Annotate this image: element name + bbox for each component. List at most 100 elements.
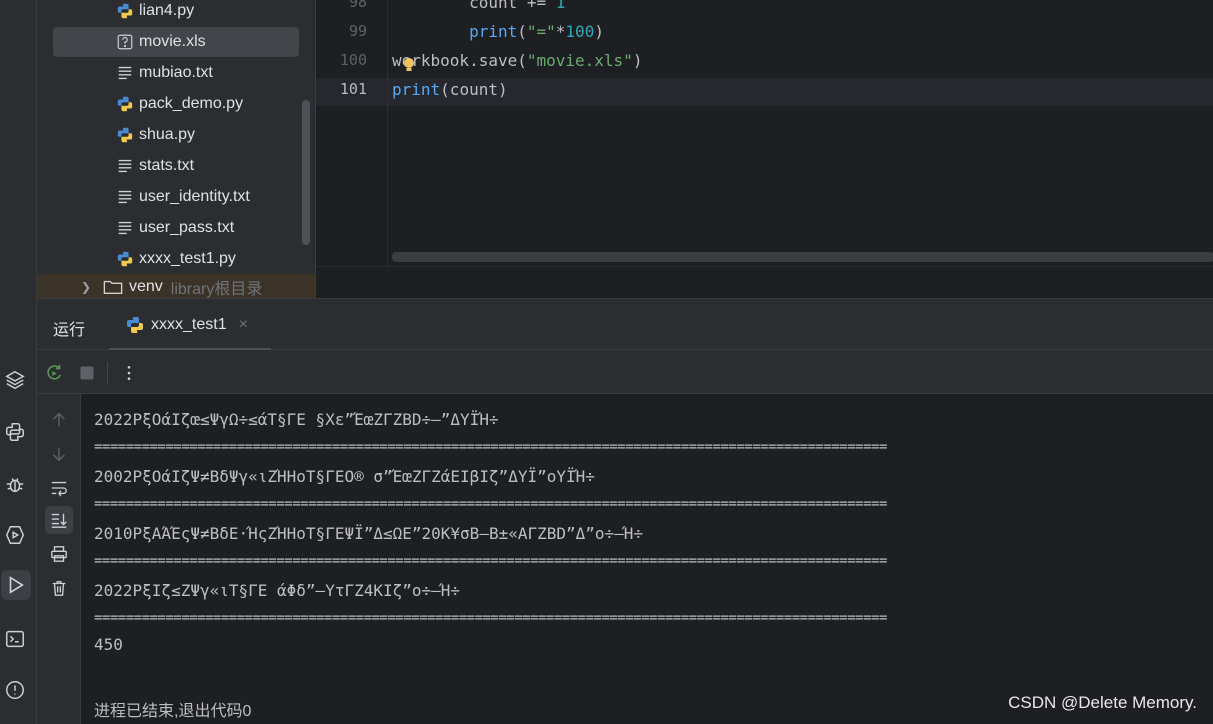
layers-icon[interactable] [0,365,30,395]
folder-icon [103,280,123,295]
code-line: print("="*100) [392,22,604,41]
tree-item-label: user_identity.txt [139,188,250,205]
python-file-icon [127,317,143,333]
tree-item-label: movie.xls [139,33,206,50]
terminal-icon[interactable] [0,624,30,654]
activity-bar [0,0,37,724]
console-line: 2010PξΑΆΈςΨ≠BδΕ·ΉςΖΉΗοΤ§ΓΕΨΪ”Δ≤ΩΕ”20Κ¥σΒ… [94,524,644,543]
soft-wrap-icon[interactable] [45,474,73,502]
unknown-file-icon [115,32,135,52]
services-icon[interactable] [0,520,30,550]
code-line: count += 1 [392,0,565,12]
run-toolbar [37,350,1213,394]
problems-icon[interactable] [0,675,30,705]
console-separator: ========================================… [94,394,1134,398]
line-gutter: 98 99 100 101 [316,0,388,298]
line-number: 101 [339,80,367,98]
code-token: print [392,80,441,99]
tree-item[interactable]: pack_demo.py [53,89,299,119]
print-icon[interactable] [45,540,73,568]
run-panel-title: 运行 [53,322,86,339]
code-token: ( [517,22,527,41]
console-separator: ========================================… [94,496,887,512]
exit-message: 进程已结束,退出代码0 [94,703,252,720]
console-result: 450 [94,635,123,654]
arrow-up-icon[interactable] [45,406,73,434]
console-separator: ========================================… [94,553,887,569]
run-tab-xxxx-test1[interactable]: xxxx_test1 × [109,299,271,351]
tree-item-venv[interactable]: ❯ venv library根目录 [37,274,315,298]
line-number: 98 [348,0,367,11]
line-number: 99 [348,22,367,40]
console-line: 2022PξOάIζœ≤ΨγΩ÷≤άT§ΓΕ §Χε”ΈœΖΓΖBD÷–”ΔΥΪ… [94,410,499,429]
venv-label: venv [129,278,163,295]
text-file-icon [115,187,135,207]
console-separator: ========================================… [94,439,887,455]
code-token: ) [632,51,643,70]
run-tab-label: xxxx_test1 [151,316,227,333]
tree-item[interactable]: mubiao.txt [53,58,299,88]
code-token: count += [469,0,556,12]
arrow-down-icon[interactable] [45,440,73,468]
tree-item[interactable]: lian4.py [53,0,299,26]
python-file-icon [115,125,135,145]
tree-item[interactable]: movie.xls [53,27,299,57]
tree-item-label: shua.py [139,126,196,143]
rerun-icon[interactable] [43,362,65,384]
tree-item-label: lian4.py [139,2,195,19]
text-file-icon [115,218,135,238]
lightbulb-icon[interactable] [402,57,416,73]
stop-icon[interactable] [76,362,98,384]
tree-item-label: pack_demo.py [139,95,244,112]
console-line: 2022PξΙζ≤ΖΨγ«ιΤ§ΓΕ άΦδ”–ΥτΓΖ4ΚΙζ”ο÷–Ή÷ [94,581,461,600]
python-file-icon [115,94,135,114]
chevron-right-icon[interactable]: ❯ [81,280,97,294]
console-separator: ========================================… [94,610,887,626]
more-options-icon[interactable] [118,362,140,384]
console-line: 2002PξOάIζΨ≠BδΨγ«ιΖΉΗοΤ§ΓΕΟ® σ”ΈœΖΓΖάΕΙβ… [94,467,595,486]
code-token: "=" [526,22,556,41]
run-icon[interactable] [1,570,31,600]
tree-item[interactable]: user_pass.txt [53,213,299,243]
code-token: * [555,22,566,41]
console-output[interactable]: ========================================… [81,394,1213,724]
tree-scrollbar[interactable] [302,100,310,245]
editor-footer [316,266,1213,298]
code-token: print [469,22,518,41]
watermark: CSDN @Delete Memory. [1008,693,1197,712]
python-console-icon[interactable] [0,417,30,447]
python-file-icon [115,249,135,269]
text-file-icon [115,63,135,83]
tree-item[interactable]: shua.py [53,120,299,150]
debug-icon[interactable] [0,469,30,499]
code-token: (count) [440,80,508,99]
trash-icon[interactable] [45,574,73,602]
console-side-toolbar [37,394,81,724]
tree-item-label: xxxx_test1.py [139,250,236,267]
code-token: 1 [555,0,566,12]
code-line: print(count) [392,80,508,99]
tree-item[interactable]: user_identity.txt [53,182,299,212]
code-token: 100 [565,22,595,41]
code-token: ) [594,22,604,41]
tree-item-label: user_pass.txt [139,219,235,236]
toolbar-divider [107,362,108,384]
code-line: workbook.save("movie.xls") [392,51,642,70]
run-tool-window-header: 运行 xxxx_test1 × [37,298,1213,351]
tree-item-label: mubiao.txt [139,64,213,81]
python-file-icon [115,1,135,21]
tree-item-label: stats.txt [139,157,195,174]
text-file-icon [115,156,135,176]
editor-horizontal-scrollbar[interactable] [392,252,1213,262]
tree-item[interactable]: stats.txt [53,151,299,181]
tree-item[interactable]: xxxx_test1.py [53,244,299,274]
scroll-to-end-icon[interactable] [45,506,73,534]
code-editor[interactable]: 98 99 100 101 count += 1 print("="*100) work… [315,0,1213,298]
code-token: "movie.xls" [526,51,633,70]
line-number: 100 [339,51,367,69]
close-icon[interactable]: × [239,316,248,334]
project-tree: lian4.py movie.xls mubiao.txt pack_demo.pys… [37,0,315,298]
venv-hint: library根目录 [170,281,263,298]
